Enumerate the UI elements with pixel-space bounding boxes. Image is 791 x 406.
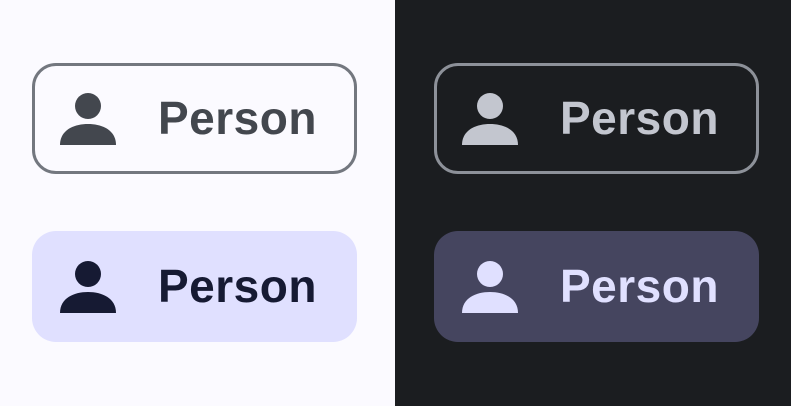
chip-label: Person: [158, 260, 317, 312]
light-theme-panel: [0, 0, 395, 406]
person-icon: [460, 89, 520, 149]
chip-label: Person: [158, 92, 317, 144]
dark-theme-panel: [395, 0, 791, 406]
chip-label: Person: [560, 260, 719, 312]
dark-filled-person-chip[interactable]: Person: [434, 231, 759, 342]
person-icon: [58, 89, 118, 149]
dark-outlined-person-chip[interactable]: Person: [434, 63, 759, 174]
chip-label: Person: [560, 92, 719, 144]
light-filled-person-chip[interactable]: Person: [32, 231, 357, 342]
light-outlined-person-chip[interactable]: Person: [32, 63, 357, 174]
person-icon: [460, 257, 520, 317]
person-icon: [58, 257, 118, 317]
